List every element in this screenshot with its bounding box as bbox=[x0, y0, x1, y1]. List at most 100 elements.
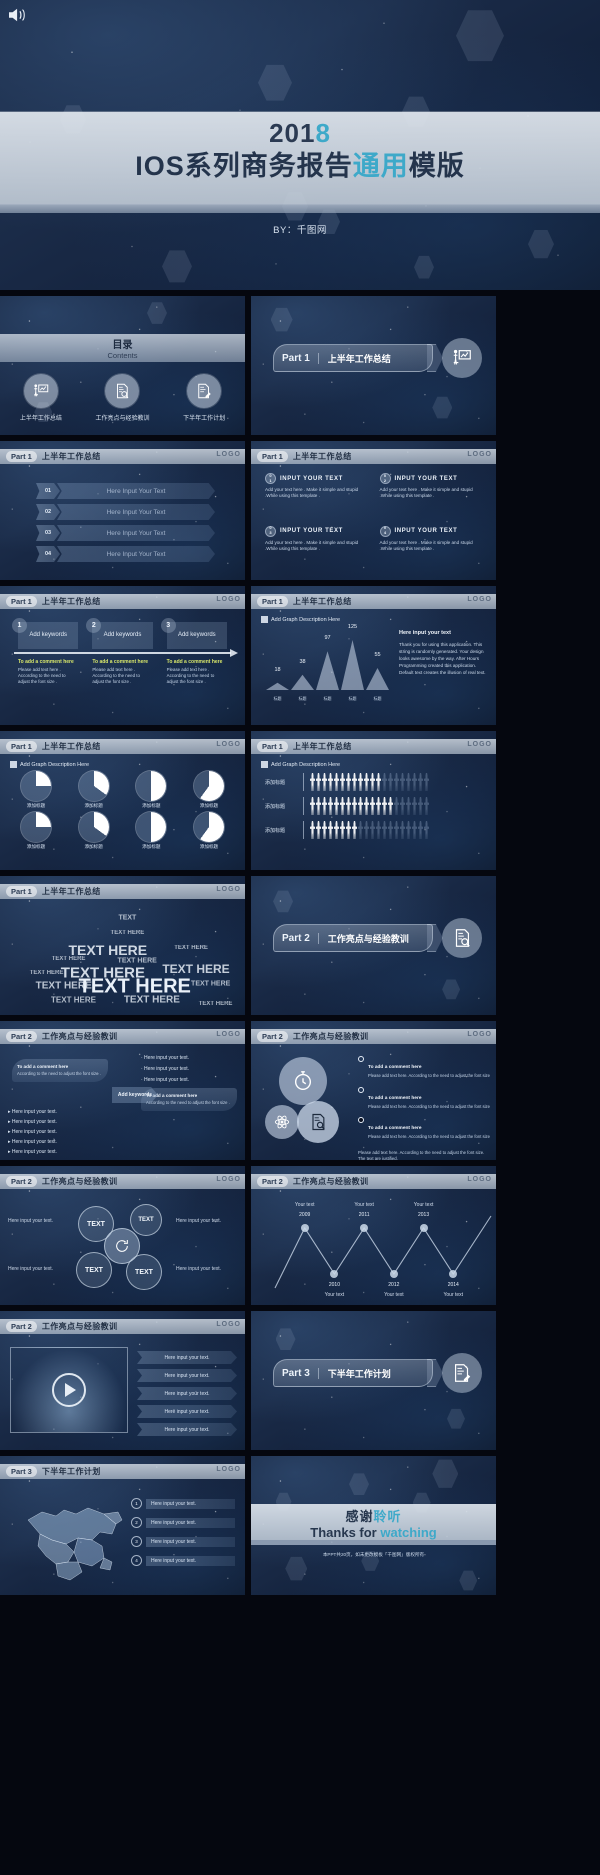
slide-word-cloud[interactable]: Part 1 上半年工作总结 LOGO TEXT TEXT HERE TEXT HE… bbox=[0, 876, 245, 1015]
pie-item[interactable]: 添加标题 bbox=[68, 771, 120, 809]
video-list-item[interactable]: Here input your text. bbox=[137, 1405, 237, 1418]
timeline-point[interactable] bbox=[300, 1224, 309, 1232]
list-item[interactable]: 03 Here Input Your Text bbox=[36, 525, 215, 541]
pie-label: 添加标题 bbox=[84, 803, 103, 808]
slide-comment-flow[interactable]: Part 2 工作亮点与经验教训 LOGO To add a comment h… bbox=[0, 1021, 245, 1160]
pie-label: 添加标题 bbox=[199, 844, 219, 849]
card-number: 3 bbox=[160, 618, 176, 633]
map-list-item[interactable]: 3 Here input your text. bbox=[131, 1536, 235, 1547]
slide-header: Part 1 上半年工作总结 bbox=[251, 594, 496, 609]
person-icon bbox=[382, 773, 387, 791]
keyword-card[interactable]: 1 Add keywords bbox=[12, 618, 79, 649]
right-item: · Here input your text. bbox=[141, 1077, 190, 1083]
timeline-point[interactable] bbox=[360, 1224, 369, 1232]
play-icon[interactable] bbox=[52, 1373, 86, 1407]
slide-header: Part 2 工作亮点与经验教训 bbox=[251, 1029, 496, 1044]
logo-text: LOGO bbox=[216, 451, 241, 458]
radio-item[interactable]: To add a comment here Please add text her… bbox=[358, 1055, 490, 1079]
person-icon bbox=[310, 797, 315, 815]
map-list-item[interactable]: 2 Here input your text. bbox=[131, 1517, 235, 1528]
contents-item-1[interactable]: 上半年工作总结 bbox=[5, 374, 77, 422]
slide-keywords[interactable]: Part 1 上半年工作总结 LOGO 1 Add keywords 2 Add k… bbox=[0, 586, 245, 725]
radio-dot[interactable] bbox=[358, 1117, 364, 1124]
slide-video[interactable]: Part 2 工作亮点与经验教训 LOGO Here input your te… bbox=[0, 1311, 245, 1450]
quad-item[interactable]: 0 4 INPUT YOUR TEXT Add your text here . Ma… bbox=[379, 525, 483, 575]
pie-item[interactable]: 添加标题 bbox=[68, 812, 120, 850]
slide-people-chart[interactable]: Part 1 上半年工作总结 LOGO Add Graph Descriptio… bbox=[251, 731, 496, 870]
china-map[interactable] bbox=[12, 1490, 132, 1586]
slide-text-circles[interactable]: Part 2 工作亮点与经验教训 LOGO TEXT TEXT TEXT TEX… bbox=[0, 1166, 245, 1305]
quad-item[interactable]: 0 1 INPUT YOUR TEXT Add your text here . Ma… bbox=[265, 473, 368, 522]
list-item[interactable]: 02 Here Input Your Text bbox=[36, 504, 215, 520]
contents-item-3[interactable]: 下半年工作计划 bbox=[168, 374, 240, 422]
cover-title-tail: 模版 bbox=[408, 151, 465, 181]
pie-item[interactable]: 添加标题 bbox=[125, 771, 177, 809]
slide-thanks[interactable]: 感谢聆听 Thanks for watching 本PPT共20页，如未更改模板… bbox=[251, 1456, 496, 1595]
radio-item[interactable]: To add a comment here Please add text her… bbox=[358, 1086, 490, 1110]
cloud-word: TEXT HERE bbox=[191, 980, 231, 988]
keyword-card[interactable]: 2 Add keywords bbox=[86, 618, 153, 649]
slide-quad-text[interactable]: Part 1 上半年工作总结 LOGO 0 1 INPUT YOUR TEXT Add… bbox=[251, 441, 496, 580]
chart-icon bbox=[261, 616, 268, 623]
text-circle[interactable]: TEXT bbox=[130, 1204, 162, 1236]
text-circle[interactable]: TEXT bbox=[76, 1252, 112, 1288]
map-list-item[interactable]: 4 Here input your text. bbox=[131, 1555, 235, 1566]
radio-dot[interactable] bbox=[358, 1086, 364, 1093]
person-icon bbox=[364, 773, 369, 791]
header-part-title: 上半年工作总结 bbox=[41, 887, 101, 896]
radio-dot[interactable] bbox=[358, 1056, 364, 1062]
header-part-title: 工作亮点与经验教训 bbox=[41, 1322, 118, 1331]
pie-item[interactable]: 添加标题 bbox=[125, 812, 177, 850]
video-placeholder[interactable] bbox=[10, 1347, 128, 1433]
row-bar bbox=[303, 797, 488, 815]
video-list-item[interactable]: Here input your text. bbox=[137, 1387, 237, 1400]
map-list-item[interactable]: 1 Here input your text. bbox=[131, 1498, 235, 1509]
slide-pie-grid[interactable]: Part 1 上半年工作总结 LOGO Add Graph Descriptio… bbox=[0, 731, 245, 870]
cloud-word: TEXT HERE bbox=[29, 970, 64, 977]
logo-text: LOGO bbox=[216, 886, 241, 893]
list-item[interactable]: 01 Here Input Your Text bbox=[36, 483, 215, 499]
item-number: 4 bbox=[131, 1555, 142, 1566]
pie-item[interactable]: 添加标题 bbox=[183, 771, 235, 809]
quad-item[interactable]: 0 2 INPUT YOUR TEXT Add your text here . Ma… bbox=[379, 473, 483, 522]
header-part-number: Part 2 bbox=[257, 1031, 288, 1042]
video-list-item[interactable]: Here input your text. bbox=[137, 1423, 237, 1436]
right-item: · Here input your text. bbox=[141, 1066, 190, 1072]
pie-item[interactable]: 添加标题 bbox=[10, 771, 62, 809]
grid-row: 目录 Contents 上半年工作总结 工作亮点与经验教训 下半年工作计划 Pa… bbox=[0, 296, 600, 441]
slide-part1-divider[interactable]: Part 1 上半年工作总结 bbox=[251, 296, 496, 435]
timeline-point[interactable] bbox=[449, 1270, 458, 1278]
keyword-card[interactable]: 3 Add keywords bbox=[160, 618, 227, 649]
header-part-title: 工作亮点与经验教训 bbox=[41, 1177, 118, 1186]
quad-item[interactable]: 0 3 INPUT YOUR TEXT Add your text here . Ma… bbox=[265, 525, 368, 575]
list-item[interactable]: 04 Here Input Your Text bbox=[36, 546, 215, 562]
contents-item-2[interactable]: 工作亮点与经验教训 bbox=[86, 374, 158, 422]
timeline-label: Your text bbox=[294, 1202, 315, 1208]
header-part-number: Part 1 bbox=[6, 886, 37, 897]
slide-contents[interactable]: 目录 Contents 上半年工作总结 工作亮点与经验教训 下半年工作计划 bbox=[0, 296, 245, 435]
timeline-point[interactable] bbox=[330, 1270, 339, 1278]
timeline-point[interactable] bbox=[419, 1224, 428, 1232]
person-icon bbox=[394, 821, 399, 839]
slide-part3-divider[interactable]: Part 3 下半年工作计划 bbox=[251, 1311, 496, 1450]
slide-timeline-chart[interactable]: Part 2 工作亮点与经验教训 LOGO 2009 Your text 2010 Y… bbox=[251, 1166, 496, 1305]
item-body: Add your text here . Make it simple and … bbox=[265, 487, 359, 499]
pie-item[interactable]: 添加标题 bbox=[10, 812, 62, 850]
slide-arrow-list[interactable]: Part 1 上半年工作总结 LOGO 01 Here Input Your Te… bbox=[0, 441, 245, 580]
slide-part2-divider[interactable]: Part 2 工作亮点与经验教训 bbox=[251, 876, 496, 1015]
row-label: 添加标题 bbox=[265, 803, 286, 810]
video-list-item[interactable]: Here input your text. bbox=[137, 1369, 237, 1382]
speaker-icon[interactable] bbox=[7, 6, 29, 24]
radio-item[interactable]: To add a comment here Please add text her… bbox=[358, 1116, 490, 1140]
item-title: INPUT YOUR TEXT bbox=[394, 475, 458, 482]
video-list-item[interactable]: Here input your text. bbox=[137, 1351, 237, 1364]
pie-label: 添加标题 bbox=[26, 803, 46, 808]
item-body: Please add text here. According to the n… bbox=[368, 1134, 490, 1140]
slide-radio-list[interactable]: Part 2 工作亮点与经验教训 LOGO To add a comment h… bbox=[251, 1021, 496, 1160]
slide-map[interactable]: Part 3 下半年工作计划 LOGO 1 Here input your te… bbox=[0, 1456, 245, 1595]
pie-item[interactable]: 添加标题 bbox=[183, 812, 235, 850]
pie-label: 添加标题 bbox=[84, 844, 103, 849]
pie-chart bbox=[21, 812, 51, 842]
slide-area-chart[interactable]: Part 1 上半年工作总结 LOGO Add Graph Descriptio… bbox=[251, 586, 496, 725]
timeline-point[interactable] bbox=[389, 1270, 398, 1278]
